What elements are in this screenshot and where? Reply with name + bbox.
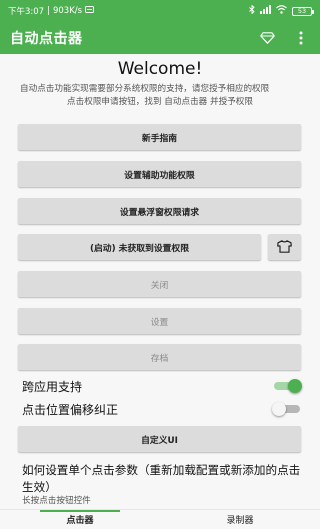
cross-app-support-toggle[interactable]	[272, 378, 302, 394]
status-time: 下午3:07	[8, 7, 45, 17]
cross-app-support-row: 跨应用支持	[22, 376, 302, 396]
battery-level: 53	[297, 6, 307, 15]
help-subtext: 长按点击按钮控件	[22, 496, 91, 506]
offset-fix-toggle[interactable]	[272, 401, 302, 417]
offset-fix-label: 点击位置偏移纠正	[22, 402, 119, 417]
app-title: 自动点击器	[10, 31, 83, 47]
status-speed: 903K/s	[52, 6, 83, 16]
main-content: Welcome! 自动点击功能实现需要部分系统权限的支持，请您授予相应的权限 点…	[0, 54, 320, 509]
bluetooth-icon	[249, 4, 255, 17]
battery-icon: 53	[292, 6, 314, 16]
settings-button[interactable]: 设置	[18, 308, 301, 334]
custom-ui-button[interactable]: 自定义UI	[18, 426, 301, 452]
start-button[interactable]: (启动) 未获取到设置权限	[18, 234, 261, 260]
status-separator: |	[47, 6, 50, 16]
toggle-thumb	[288, 379, 302, 393]
app-bar-actions	[258, 29, 310, 47]
more-options-icon[interactable]	[292, 29, 310, 47]
save-button[interactable]: 存档	[18, 344, 301, 370]
tab-clicker[interactable]: 点击器	[0, 510, 160, 529]
welcome-title: Welcome!	[117, 59, 203, 79]
intro-hint: 点击权限申请按钮，找到 自动点击器 并授予权限	[67, 96, 253, 107]
close-button[interactable]: 关闭	[18, 271, 301, 297]
tab-recorder[interactable]: 录制器	[160, 510, 320, 529]
help-title: 如何设置单个点击参数（重新加载配置或新添加的点击生效）	[22, 463, 301, 494]
status-bar: 下午3:07 | 903K/s 53	[0, 0, 320, 22]
offset-fix-row: 点击位置偏移纠正	[22, 399, 302, 419]
accessibility-permission-button[interactable]: 设置辅助功能权限	[18, 161, 301, 187]
toggle-thumb	[272, 402, 286, 416]
overlay-permission-button[interactable]: 设置悬浮窗权限请求	[18, 198, 301, 224]
tshirt-icon	[277, 238, 292, 257]
screen-cast-icon	[85, 5, 95, 17]
status-right: 53	[249, 4, 314, 17]
cross-app-support-label: 跨应用支持	[22, 379, 83, 394]
wifi-icon	[276, 5, 287, 17]
intro-text: 自动点击功能实现需要部分系统权限的支持，请您授予相应的权限	[20, 84, 270, 94]
bottom-nav: 点击器 录制器	[0, 509, 320, 529]
status-left: 下午3:07 | 903K/s	[8, 5, 95, 17]
theme-button[interactable]	[268, 234, 301, 260]
guide-button[interactable]: 新手指南	[18, 124, 301, 150]
app-bar: 自动点击器	[0, 22, 320, 54]
diamond-icon[interactable]	[258, 29, 276, 47]
signal-icon	[260, 5, 271, 17]
